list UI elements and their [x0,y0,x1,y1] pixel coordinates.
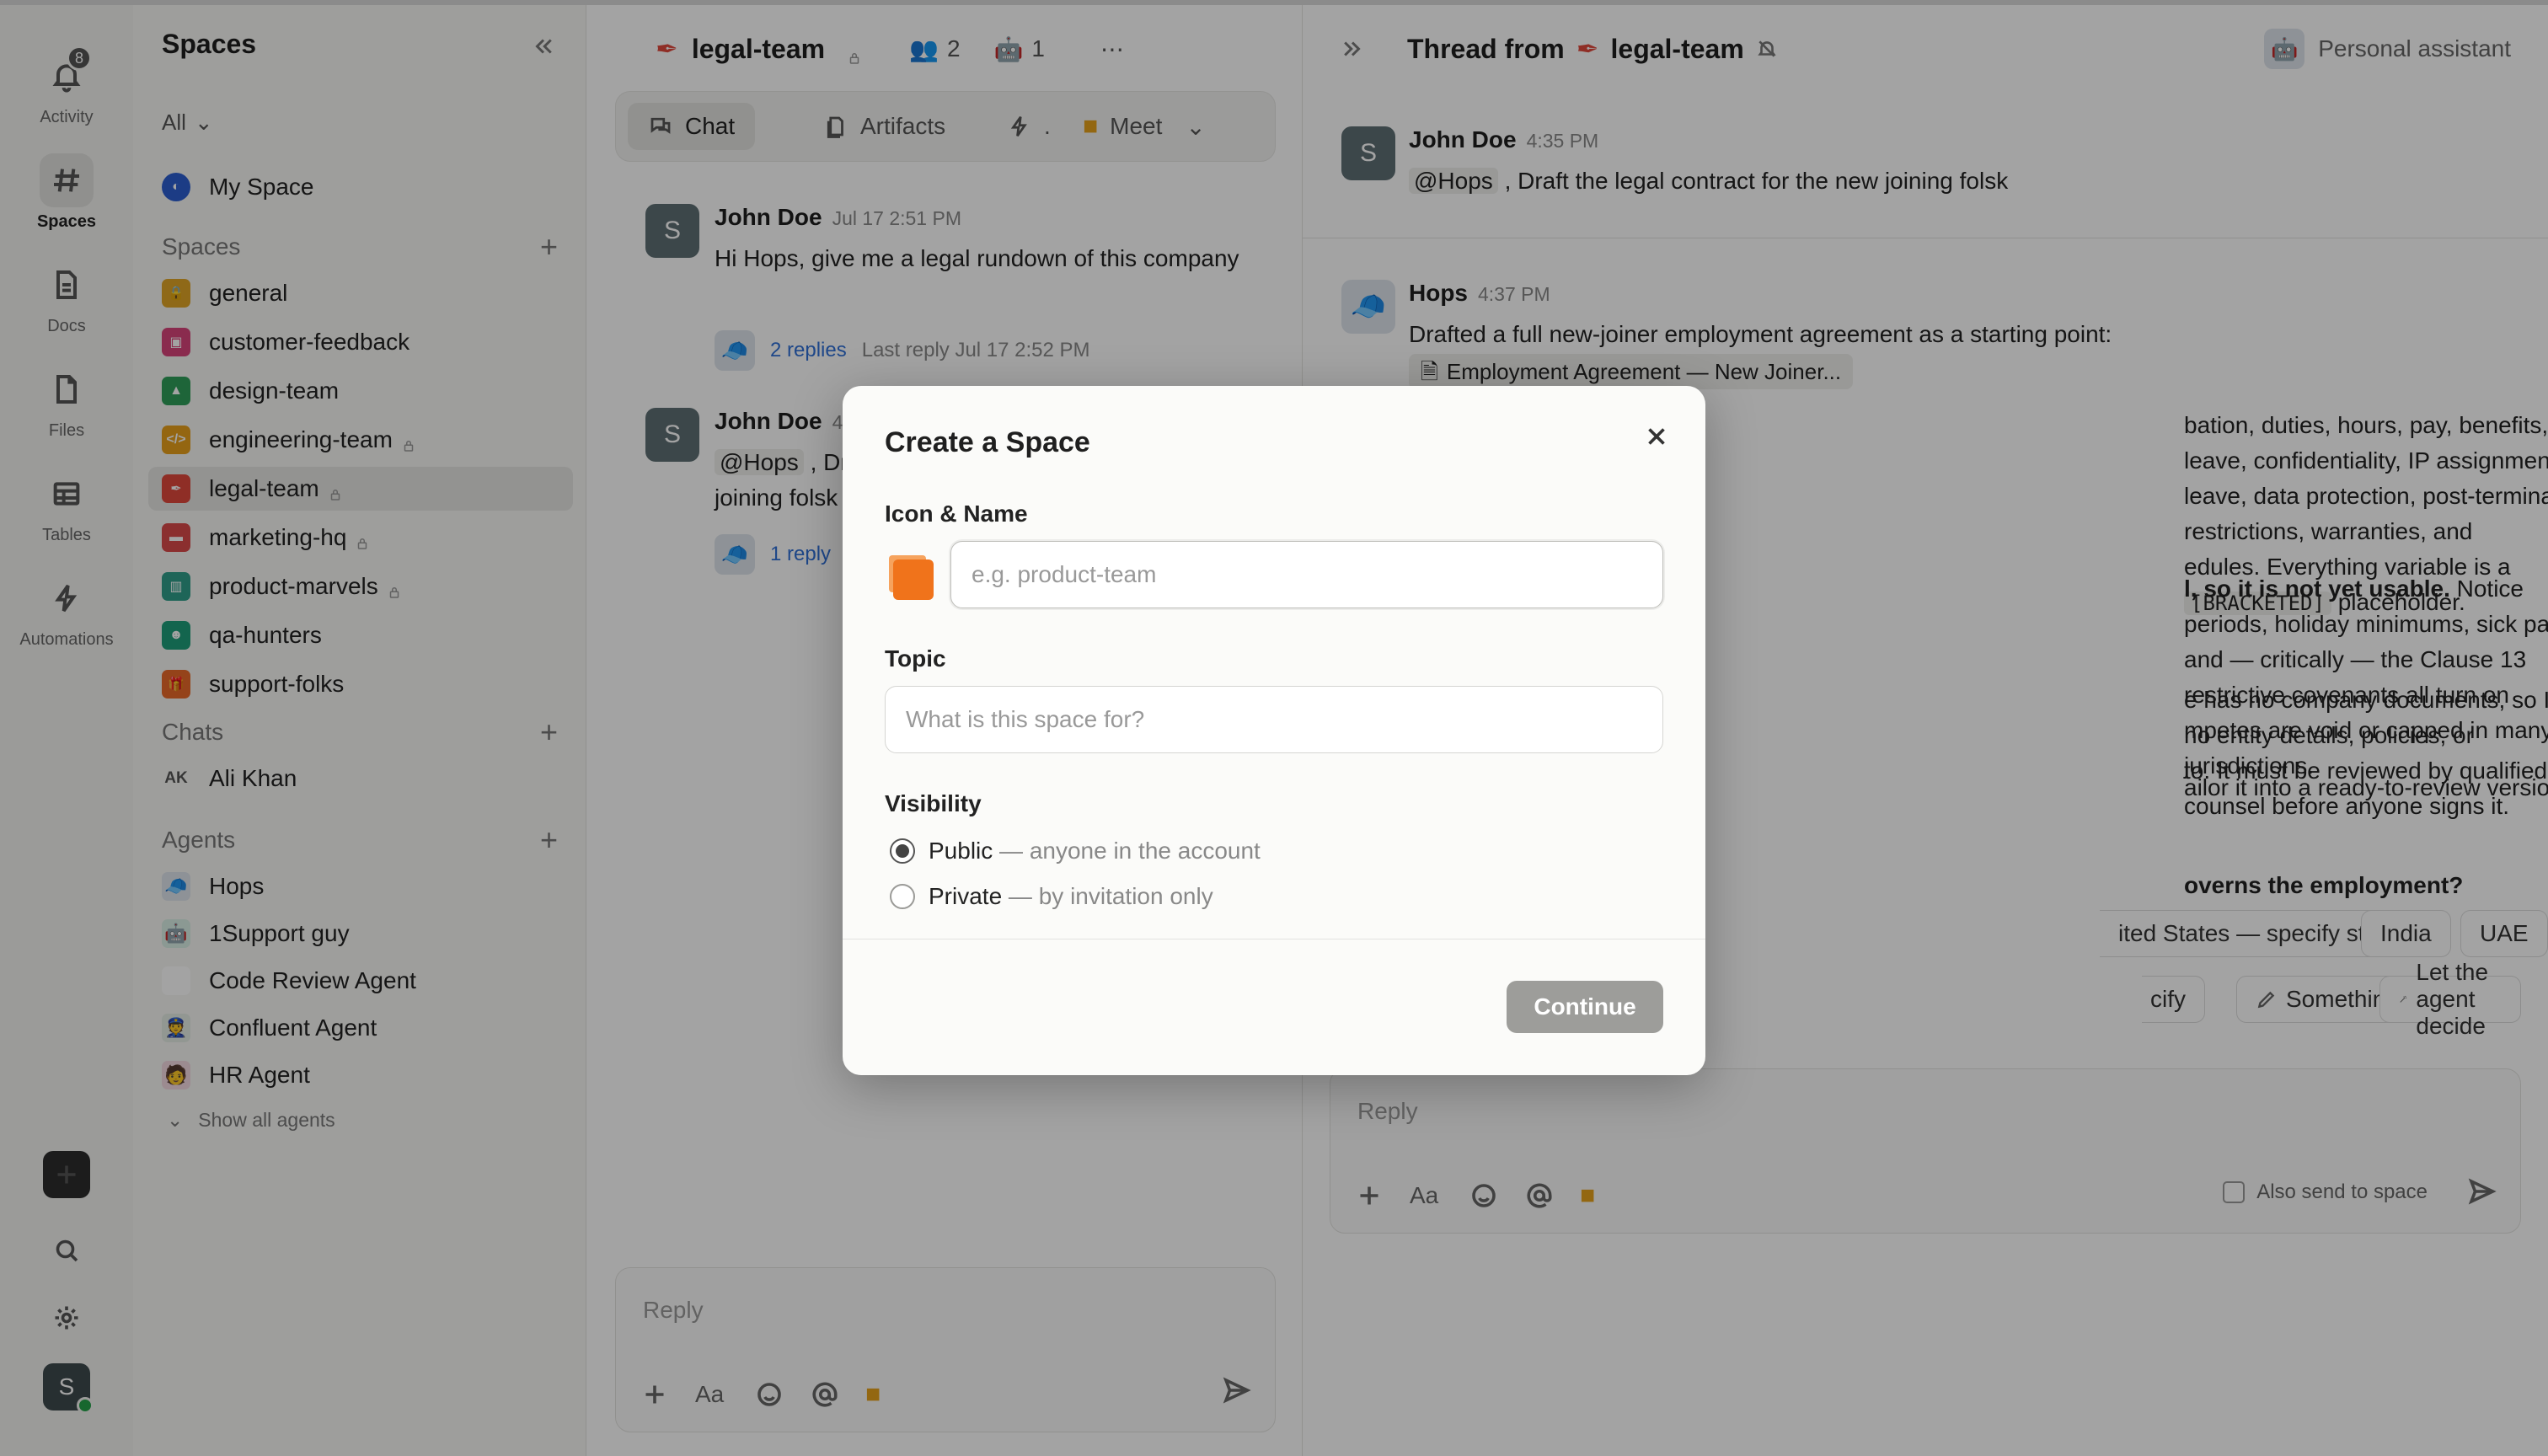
space-name-input[interactable] [950,541,1663,608]
space-icon-picker[interactable] [885,551,935,602]
radio-private[interactable] [890,884,915,909]
option-label: Private [929,883,1003,909]
close-button[interactable] [1636,416,1677,457]
option-description: — by invitation only [1002,883,1213,909]
option-description: — anyone in the account [993,838,1261,864]
option-label: Public [929,838,993,864]
close-icon [1648,428,1665,445]
topic-label: Topic [885,645,946,672]
visibility-private-option[interactable]: Private — by invitation only [890,883,1213,910]
visibility-label: Visibility [885,790,982,816]
continue-button[interactable]: Continue [1507,981,1663,1033]
radio-public[interactable] [890,838,915,864]
visibility-public-option[interactable]: Public — anyone in the account [890,838,1261,864]
dialog-title: Create a Space [885,426,1090,458]
icon-name-label: Icon & Name [885,500,1028,527]
space-icon-preview [893,559,934,600]
create-space-dialog: Create a Space Icon & Name Topic Visibil… [843,386,1705,1075]
topic-input[interactable] [885,686,1663,753]
